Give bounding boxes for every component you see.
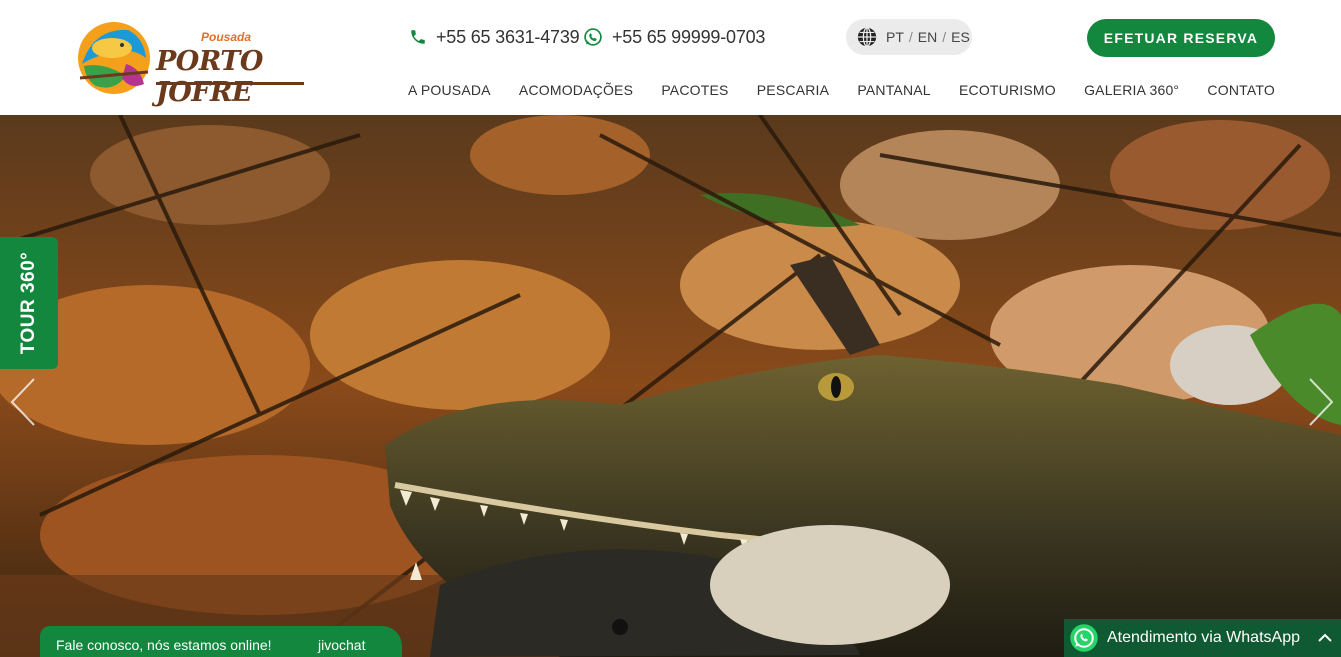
phone-icon [411, 30, 425, 44]
whatsapp-number: +55 65 99999-0703 [612, 26, 766, 47]
lang-separator: / [942, 29, 947, 45]
nav-item-pousada[interactable]: A POUSADA [408, 82, 491, 100]
nav-item-contato[interactable]: CONTATO [1207, 82, 1275, 100]
chevron-up-icon[interactable] [1317, 630, 1333, 646]
whatsapp-icon [584, 28, 602, 46]
lang-es[interactable]: ES [951, 29, 970, 45]
chat-message: Fale conosco, nós estamos online! [56, 637, 272, 653]
hero-image [0, 115, 1341, 657]
nav-item-pescaria[interactable]: PESCARIA [757, 82, 829, 100]
logo-name: PORTO JOFRE [156, 46, 263, 108]
logo-emblem-icon [78, 22, 150, 94]
whatsapp-widget-label: Atendimento via WhatsApp [1107, 629, 1300, 646]
whatsapp-contact[interactable]: +55 65 99999-0703 [583, 26, 765, 48]
phone-number: +55 65 3631-4739 [436, 26, 580, 47]
nav-item-pantanal[interactable]: PANTANAL [857, 82, 930, 100]
globe-icon [857, 27, 877, 47]
main-nav: A POUSADA ACOMODAÇÕES PACOTES PESCARIA P… [408, 82, 1275, 100]
whatsapp-widget[interactable]: Atendimento via WhatsApp [1064, 619, 1341, 657]
phone-contact[interactable]: +55 65 3631-4739 [409, 26, 580, 48]
logo-underline [156, 82, 304, 85]
site-header: Pousada PORTO JOFRE +55 65 3631-4739 +55… [0, 0, 1341, 115]
slider-next-icon[interactable] [1306, 377, 1336, 427]
logo[interactable]: Pousada PORTO JOFRE [74, 18, 306, 108]
chat-widget[interactable]: Fale conosco, nós estamos online! jivoch… [40, 626, 402, 657]
language-switcher[interactable]: PT / EN / ES [846, 19, 972, 55]
slider-prev-icon[interactable] [8, 377, 38, 427]
nav-item-pacotes[interactable]: PACOTES [661, 82, 728, 100]
logo-tagline: Pousada [201, 30, 252, 44]
hero-slider [0, 115, 1341, 657]
lang-separator: / [908, 29, 913, 45]
tour-360-label: TOUR 360° [18, 251, 39, 355]
nav-item-ecoturismo[interactable]: ECOTURISMO [959, 82, 1056, 100]
reserve-button[interactable]: EFETUAR RESERVA [1087, 19, 1275, 57]
nav-item-galeria-360[interactable]: GALERIA 360° [1084, 82, 1179, 100]
lang-pt[interactable]: PT [886, 29, 904, 45]
tour-360-tab[interactable]: TOUR 360° [0, 237, 58, 369]
nav-item-acomodacoes[interactable]: ACOMODAÇÕES [519, 82, 633, 100]
chat-brand: jivochat [318, 637, 366, 653]
whatsapp-widget-icon [1070, 624, 1098, 652]
lang-en[interactable]: EN [918, 29, 937, 45]
